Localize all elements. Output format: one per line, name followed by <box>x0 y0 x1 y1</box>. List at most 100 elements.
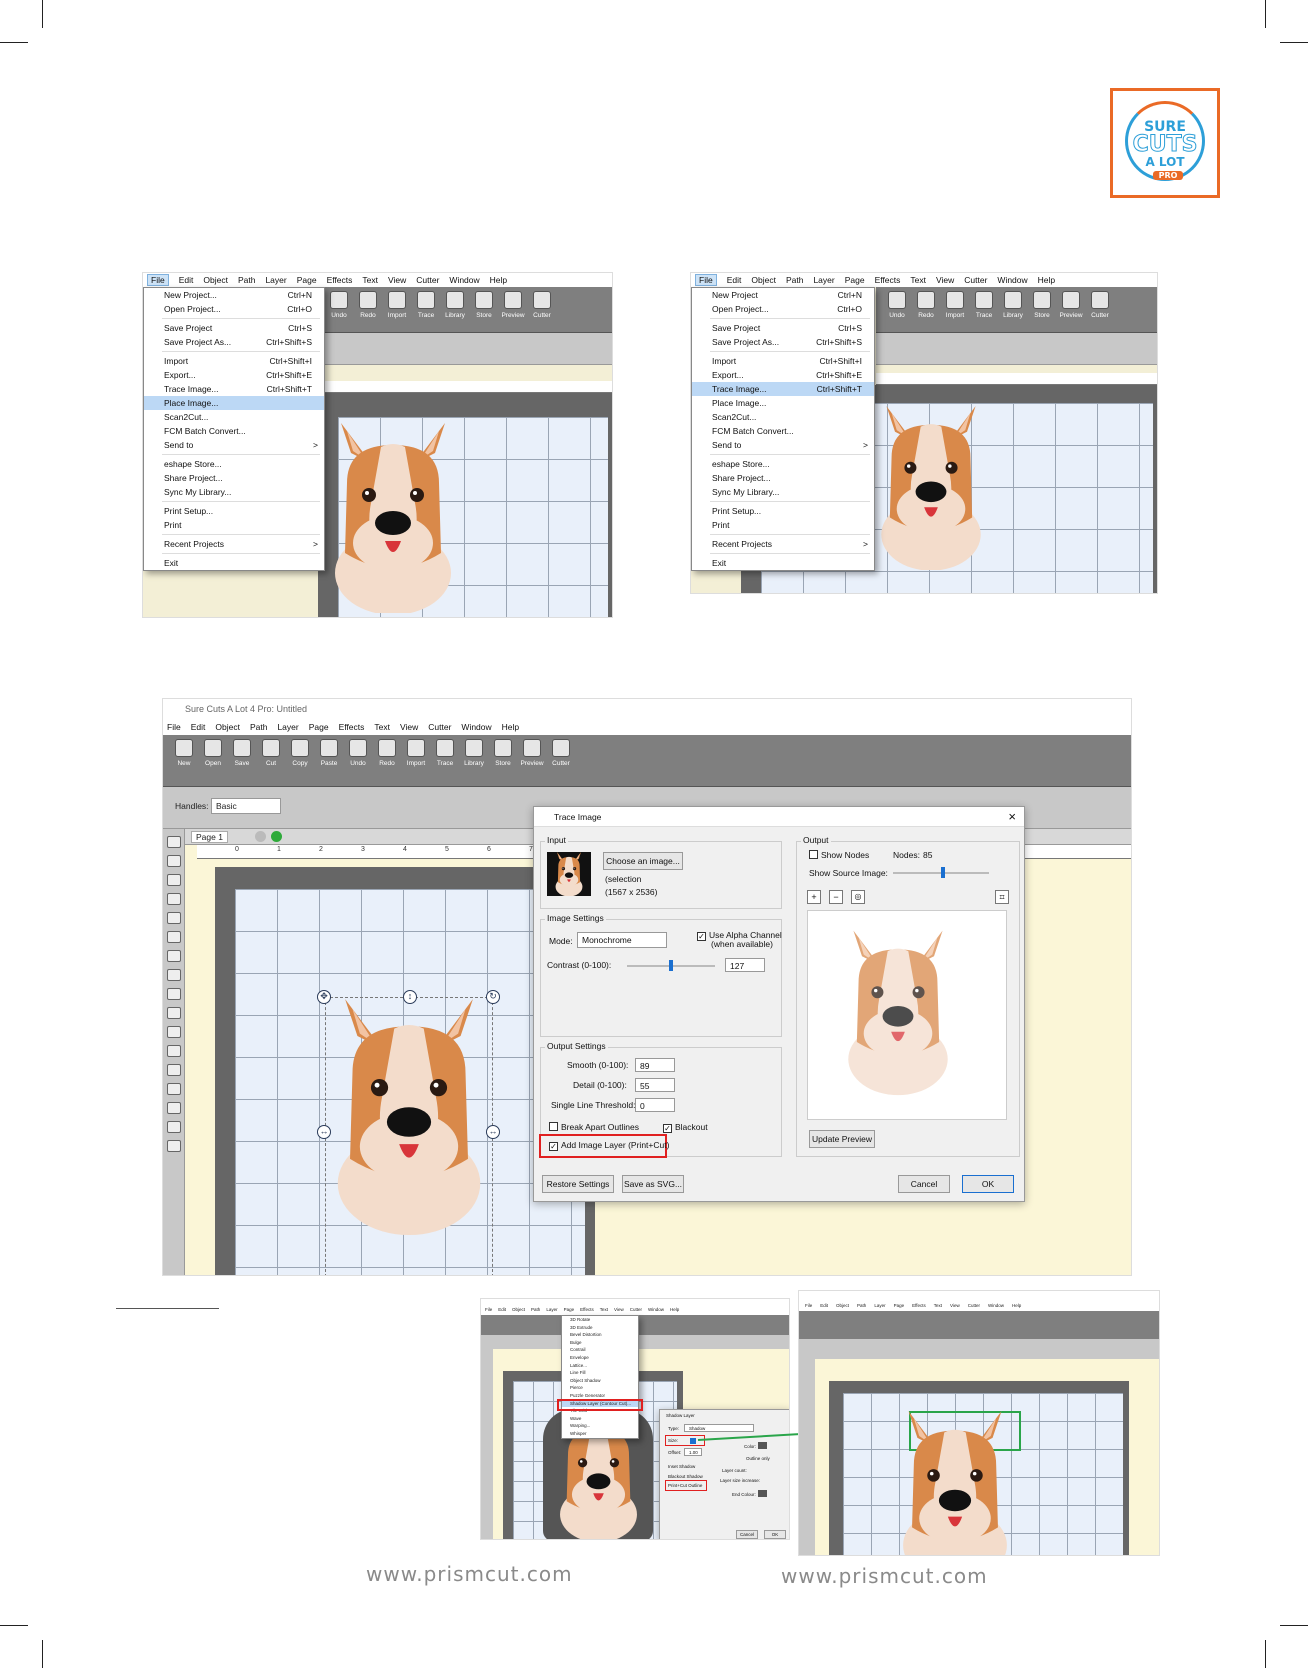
menu-layer[interactable]: Layer <box>813 275 834 285</box>
redo-button[interactable]: Redo <box>355 291 381 319</box>
menu-effects[interactable]: Effects <box>327 275 353 285</box>
source-slider-thumb[interactable] <box>941 867 945 878</box>
zoom-icon[interactable] <box>166 1102 181 1114</box>
menu-item[interactable]: New Project Ctrl+N <box>692 288 874 302</box>
menu-item[interactable]: Place Image... <box>144 396 324 410</box>
menu-text[interactable]: Text <box>362 275 378 285</box>
eyedropper-icon[interactable] <box>166 1007 181 1019</box>
menu-item[interactable]: Exit <box>692 556 874 570</box>
menu-edit[interactable]: Edit <box>820 1301 828 1311</box>
menu-view[interactable]: View <box>936 275 954 285</box>
effects-menu-item[interactable]: Lattice... <box>562 1362 638 1370</box>
menu-page[interactable]: Page <box>845 275 865 285</box>
menu-item[interactable]: Print <box>144 518 324 532</box>
trace-button[interactable]: Trace <box>432 739 458 767</box>
open-button[interactable]: Open <box>200 739 226 767</box>
import-button[interactable]: Import <box>384 291 410 319</box>
menu-help[interactable]: Help <box>490 275 507 285</box>
effects-menu-item[interactable]: Warping... <box>562 1422 638 1430</box>
menu-window[interactable]: Window <box>988 1301 1004 1311</box>
copy-button[interactable]: Copy <box>287 739 313 767</box>
menu-page[interactable]: Page <box>297 275 317 285</box>
close-icon[interactable]: × <box>1008 809 1016 824</box>
store-button[interactable]: Store <box>471 291 497 319</box>
handles-select[interactable]: Basic <box>211 798 281 814</box>
effects-menu-item[interactable]: 3D Rotate <box>562 1316 638 1324</box>
menu-help[interactable]: Help <box>1038 275 1055 285</box>
library-button[interactable]: Library <box>1000 291 1026 319</box>
menu-item[interactable]: eshape Store... <box>692 457 874 471</box>
menu-edit[interactable]: Edit <box>191 722 206 732</box>
menu-file[interactable]: File <box>485 1307 492 1315</box>
menu-cutter[interactable]: Cutter <box>416 275 439 285</box>
menu-object[interactable]: Object <box>203 275 228 285</box>
menu-window[interactable]: Window <box>648 1307 664 1315</box>
menu-object[interactable]: Object <box>751 275 776 285</box>
menu-layer[interactable]: Layer <box>546 1307 557 1315</box>
menu-item[interactable]: Import Ctrl+Shift+I <box>692 354 874 368</box>
menu-help[interactable]: Help <box>670 1307 679 1315</box>
menu-view[interactable]: View <box>388 275 406 285</box>
smooth-input[interactable]: 89 <box>635 1058 675 1072</box>
shadow-ok-button[interactable]: OK <box>764 1530 786 1539</box>
brush-icon[interactable] <box>166 950 181 962</box>
update-preview-button[interactable]: Update Preview <box>809 1130 875 1148</box>
effects-menu-item[interactable]: Wave <box>562 1415 638 1423</box>
lasso-icon[interactable] <box>166 874 181 886</box>
knife-icon[interactable] <box>166 1045 181 1057</box>
menu-path[interactable]: Path <box>250 722 268 732</box>
menu-page[interactable]: Page <box>309 722 329 732</box>
effects-menu-item[interactable]: Line Fill <box>562 1369 638 1377</box>
trace-button[interactable]: Trace <box>971 291 997 319</box>
menu-item[interactable]: Save Project Ctrl+S <box>144 321 324 335</box>
crop-icon[interactable]: ⌗ <box>995 890 1009 904</box>
menu-item[interactable]: Trace Image... Ctrl+Shift+T <box>692 382 874 396</box>
add-page-icon[interactable] <box>271 831 282 842</box>
menu-item[interactable]: Send to > <box>692 438 874 452</box>
menu-item[interactable]: eshape Store... <box>144 457 324 471</box>
undo-button[interactable]: Undo <box>326 291 352 319</box>
menu-help[interactable]: Help <box>1012 1301 1021 1311</box>
effects-menu-item[interactable]: 3D Extrude <box>562 1324 638 1332</box>
menu-object[interactable]: Object <box>512 1307 525 1315</box>
redo-button[interactable]: Redo <box>374 739 400 767</box>
menu-cutter[interactable]: Cutter <box>630 1307 642 1315</box>
menu-path[interactable]: Path <box>857 1301 866 1311</box>
menu-view[interactable]: View <box>400 722 418 732</box>
shadow-cancel-button[interactable]: Cancel <box>736 1530 758 1539</box>
store-button[interactable]: Store <box>1029 291 1055 319</box>
menu-item[interactable]: New Project... Ctrl+N <box>144 288 324 302</box>
redo-button[interactable]: Redo <box>913 291 939 319</box>
undo-button[interactable]: Undo <box>884 291 910 319</box>
preview-button[interactable]: Preview <box>500 291 526 319</box>
cutter-button[interactable]: Cutter <box>1087 291 1113 319</box>
restore-settings-button[interactable]: Restore Settings <box>542 1175 614 1193</box>
menu-item[interactable]: Place Image... <box>692 396 874 410</box>
menu-path[interactable]: Path <box>786 275 804 285</box>
measure-icon[interactable] <box>166 1121 181 1133</box>
choose-image-button[interactable]: Choose an image... <box>603 852 683 870</box>
trace-button[interactable]: Trace <box>413 291 439 319</box>
menu-item[interactable]: Exit <box>144 556 324 570</box>
slt-input[interactable]: 0 <box>635 1098 675 1112</box>
menu-item[interactable]: Open Project... Ctrl+O <box>144 302 324 316</box>
library-button[interactable]: Library <box>461 739 487 767</box>
menu-item[interactable]: Recent Projects > <box>144 537 324 551</box>
store-button[interactable]: Store <box>490 739 516 767</box>
save-button[interactable]: Save <box>229 739 255 767</box>
menu-window[interactable]: Window <box>997 275 1027 285</box>
menu-view[interactable]: View <box>614 1307 624 1315</box>
menu-window[interactable]: Window <box>449 275 479 285</box>
menu-layer[interactable]: Layer <box>874 1301 885 1311</box>
zoom-fit-icon[interactable]: ◎ <box>851 890 865 904</box>
menu-text[interactable]: Text <box>934 1301 942 1311</box>
preview-button[interactable]: Preview <box>519 739 545 767</box>
ok-button[interactable]: OK <box>962 1175 1014 1193</box>
effects-menu-item[interactable]: Bevel Distortion <box>562 1331 638 1339</box>
effects-menu-item[interactable]: Whisper <box>562 1430 638 1438</box>
eraser-icon[interactable] <box>166 969 181 981</box>
menu-text[interactable]: Text <box>600 1307 608 1315</box>
menu-file[interactable]: File <box>147 274 169 286</box>
menu-effects[interactable]: Effects <box>339 722 365 732</box>
menu-item[interactable]: Export... Ctrl+Shift+E <box>144 368 324 382</box>
